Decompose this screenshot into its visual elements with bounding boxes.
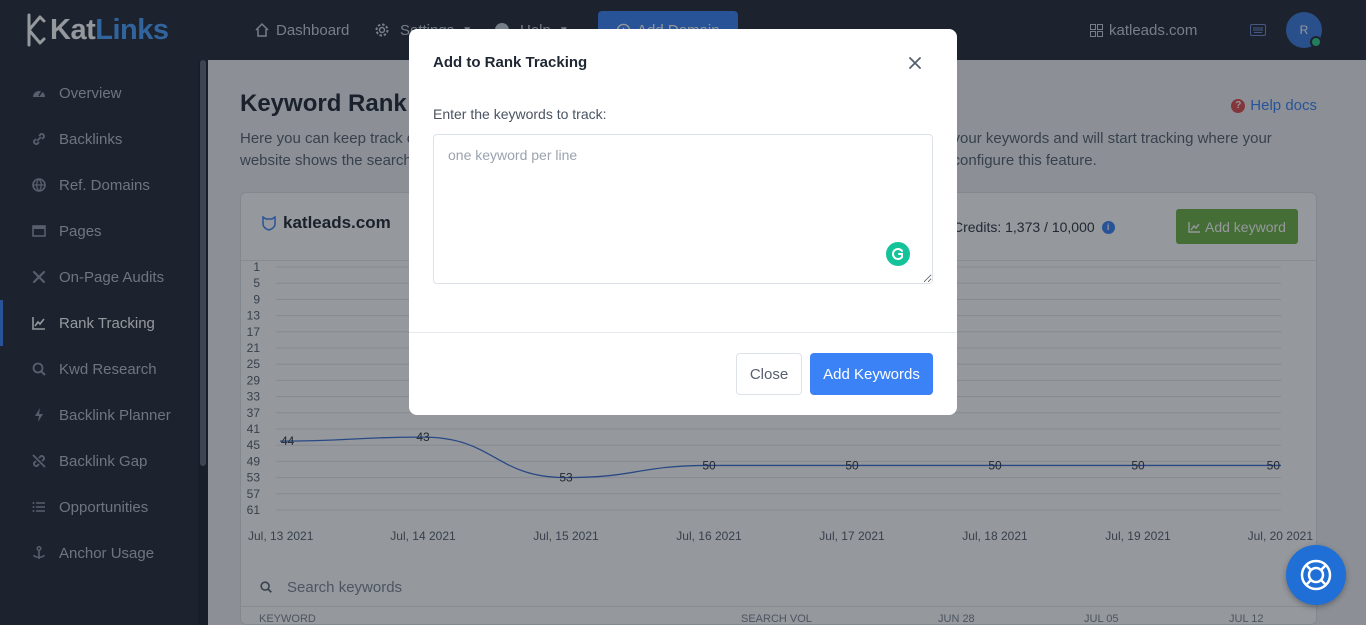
close-icon[interactable]	[903, 51, 927, 75]
modal-footer-divider	[409, 332, 957, 333]
grammarly-icon[interactable]	[886, 242, 910, 266]
close-button[interactable]: Close	[736, 353, 802, 395]
modal-title: Add to Rank Tracking	[433, 54, 588, 71]
add-rank-tracking-modal: Add to Rank Tracking Enter the keywords …	[409, 29, 957, 415]
support-chat-button[interactable]	[1286, 545, 1346, 605]
keywords-field-label: Enter the keywords to track:	[433, 106, 607, 122]
lifebuoy-icon	[1300, 559, 1332, 591]
keywords-textarea[interactable]	[433, 134, 933, 284]
add-keywords-button[interactable]: Add Keywords	[810, 353, 933, 395]
